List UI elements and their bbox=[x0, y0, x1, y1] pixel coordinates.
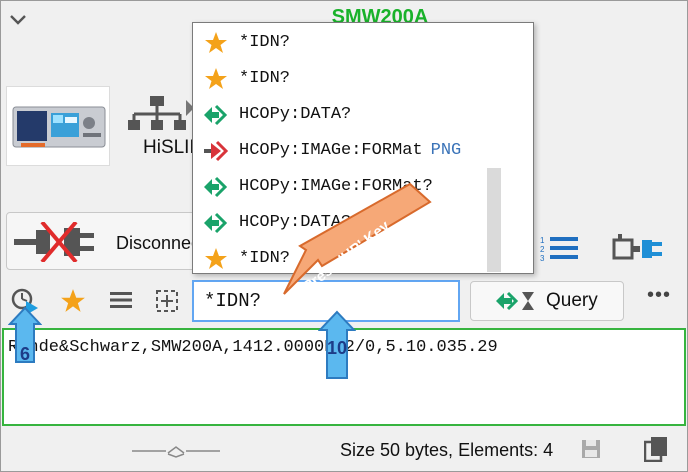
query-label: Query bbox=[546, 290, 598, 311]
query-arrow-icon bbox=[204, 176, 228, 198]
connector-icon[interactable] bbox=[612, 232, 664, 264]
history-item-text: HCOPy:DATA? bbox=[239, 105, 352, 124]
favorites-star-icon[interactable] bbox=[60, 288, 86, 314]
history-item[interactable]: HCOPy:DATA? bbox=[193, 97, 513, 133]
star-icon bbox=[205, 32, 227, 53]
query-arrow-icon bbox=[204, 104, 228, 126]
history-item-text: *IDN? bbox=[239, 33, 291, 52]
query-arrow-icon bbox=[204, 212, 228, 234]
command-tree-icon[interactable] bbox=[154, 288, 180, 314]
star-icon bbox=[205, 248, 227, 269]
history-item[interactable]: *IDN? bbox=[193, 61, 513, 97]
save-icon[interactable] bbox=[580, 438, 602, 460]
svg-text:3: 3 bbox=[540, 254, 545, 263]
instrument-image bbox=[6, 86, 110, 166]
response-text: Rohde&Schwarz,SMW200A,1412.0000K02/0,5.1… bbox=[8, 338, 498, 357]
write-arrow-icon bbox=[204, 140, 229, 162]
history-item-text: *IDN? bbox=[239, 69, 291, 88]
copy-icon[interactable] bbox=[644, 436, 668, 462]
list-icon[interactable] bbox=[108, 289, 134, 311]
history-item[interactable]: *IDN? bbox=[193, 25, 513, 61]
chevron-down-icon[interactable] bbox=[8, 10, 28, 30]
history-item-value: PNG bbox=[430, 141, 462, 160]
star-icon bbox=[205, 68, 227, 89]
splitter-handle-icon[interactable] bbox=[132, 444, 220, 458]
callout-number: 10 bbox=[326, 338, 348, 358]
svg-text:1: 1 bbox=[540, 236, 545, 245]
network-icon bbox=[128, 96, 194, 130]
query-icon bbox=[496, 291, 534, 311]
svg-text:2: 2 bbox=[540, 245, 545, 254]
history-item[interactable]: HCOPy:IMAGe:FORMat PNG bbox=[193, 133, 513, 169]
callout-number: 6 bbox=[19, 344, 30, 364]
numbered-list-icon[interactable]: 1 2 3 bbox=[540, 234, 582, 264]
history-item-text: HCOPy:IMAGe:FORMat PNG bbox=[239, 141, 462, 160]
status-text: Size 50 bytes, Elements: 4 bbox=[340, 440, 554, 460]
more-options-button[interactable]: ••• bbox=[646, 285, 672, 310]
disconnected-plug-icon bbox=[14, 222, 94, 262]
dropdown-scrollbar[interactable] bbox=[487, 168, 501, 272]
